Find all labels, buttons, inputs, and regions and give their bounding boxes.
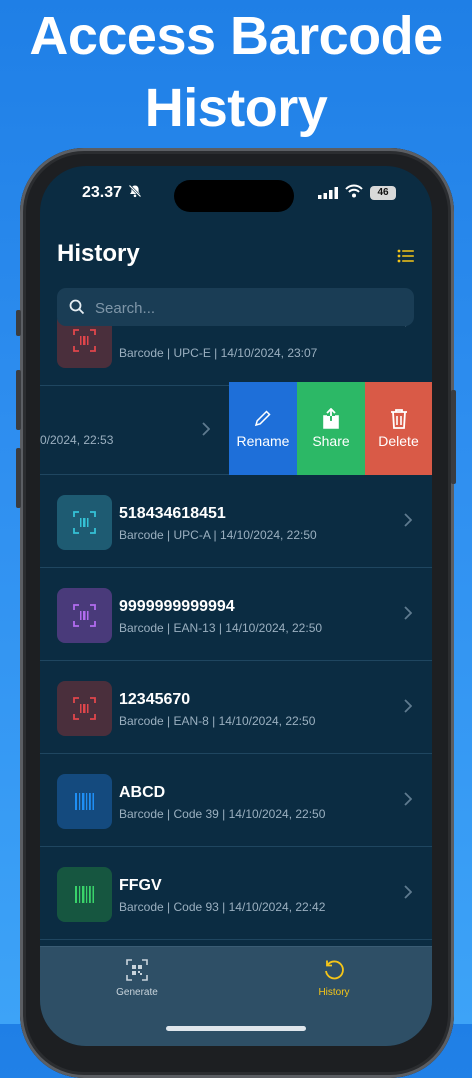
barcode-thumbnail (57, 588, 112, 643)
barcode-thumbnail (57, 495, 112, 550)
item-meta: Barcode | EAN-13 | 14/10/2024, 22:50 (119, 621, 323, 635)
tab-history[interactable]: History (284, 955, 384, 1005)
bell-muted-icon (128, 184, 142, 201)
list-item-swiped[interactable]: 0/2024, 22:53 Rename Share Delete (40, 382, 432, 475)
item-name: 12345670 (119, 691, 191, 708)
list-menu-icon[interactable] (396, 246, 416, 266)
item-meta: Barcode | EAN-8 | 14/10/2024, 22:50 (119, 714, 316, 728)
barcode-scan-icon (73, 604, 96, 627)
tab-generate[interactable]: Generate (87, 955, 187, 1005)
list-item[interactable]: 12345670 Barcode | EAN-8 | 14/10/2024, 2… (40, 661, 432, 754)
delete-button[interactable]: Delete (365, 382, 432, 475)
barcode-thumbnail (57, 774, 112, 829)
signal-icon (318, 186, 338, 204)
headline-line-2: History (144, 78, 328, 138)
item-meta: Barcode | UPC-A | 14/10/2024, 22:50 (119, 528, 317, 542)
chevron-right-icon (404, 699, 413, 718)
item-meta: Barcode | Code 93 | 14/10/2024, 22:42 (119, 900, 326, 914)
chevron-right-icon (404, 606, 413, 625)
pencil-icon (254, 410, 271, 427)
list-item[interactable]: 518434618451 Barcode | UPC-A | 14/10/202… (40, 475, 432, 568)
item-name: 518434618451 (119, 505, 226, 522)
home-indicator (166, 1026, 306, 1031)
search-input[interactable] (93, 288, 397, 328)
item-name: FFGV (119, 877, 162, 894)
item-meta: Barcode | Code 39 | 14/10/2024, 22:50 (119, 807, 326, 821)
list-item[interactable]: ABCD Barcode | Code 39 | 14/10/2024, 22:… (40, 754, 432, 847)
barcode-scan-icon (73, 697, 96, 720)
phone-button (451, 390, 456, 484)
chevron-right-icon (202, 422, 211, 441)
battery-indicator: 46 (370, 186, 396, 200)
tab-label: Generate (116, 987, 158, 998)
barcode-thumbnail (57, 867, 112, 922)
chevron-right-icon (404, 513, 413, 532)
item-name: 9999999999994 (119, 598, 235, 615)
promo-headline: Access Barcode History (0, 0, 472, 144)
barcode-scan-icon (73, 511, 96, 534)
history-icon (325, 960, 344, 980)
tab-label: History (318, 987, 350, 998)
headline-line-1: Access Barcode (29, 6, 443, 66)
list-item[interactable]: FFGV Barcode | Code 93 | 14/10/2024, 22:… (40, 847, 432, 940)
wifi-icon (345, 184, 363, 203)
rename-label: Rename (236, 433, 290, 449)
status-bar: 23.37 46 (40, 166, 432, 222)
trash-icon (391, 409, 407, 429)
search-bar[interactable] (57, 288, 414, 328)
rename-button[interactable]: Rename (229, 382, 297, 475)
chevron-right-icon (404, 792, 413, 811)
phone-button (16, 448, 21, 508)
swipe-actions: Rename Share Delete (229, 382, 432, 475)
search-icon (69, 299, 85, 320)
chevron-right-icon (404, 885, 413, 904)
barcode-scan-icon (73, 329, 96, 352)
status-time: 23.37 (82, 184, 123, 201)
page-title: History (57, 240, 140, 267)
share-icon (323, 408, 339, 429)
barcode-thumbnail (57, 681, 112, 736)
share-button[interactable]: Share (297, 382, 365, 475)
item-name: ABCD (119, 784, 166, 801)
item-meta: Barcode | UPC-E | 14/10/2024, 23:07 (119, 346, 318, 360)
item-meta: 0/2024, 22:53 (40, 433, 114, 447)
delete-label: Delete (378, 433, 419, 449)
app-screen: 23.37 46 History Barcode | UPC-E | 14/10… (40, 166, 432, 1046)
share-label: Share (312, 433, 350, 449)
list-item[interactable]: 9999999999994 Barcode | EAN-13 | 14/10/2… (40, 568, 432, 661)
tab-bar: Generate History (40, 946, 432, 1046)
phone-button (16, 370, 21, 430)
barcode-icon (75, 886, 94, 903)
qr-scan-icon (126, 959, 148, 981)
phone-button (16, 310, 21, 336)
barcode-icon (75, 793, 94, 810)
